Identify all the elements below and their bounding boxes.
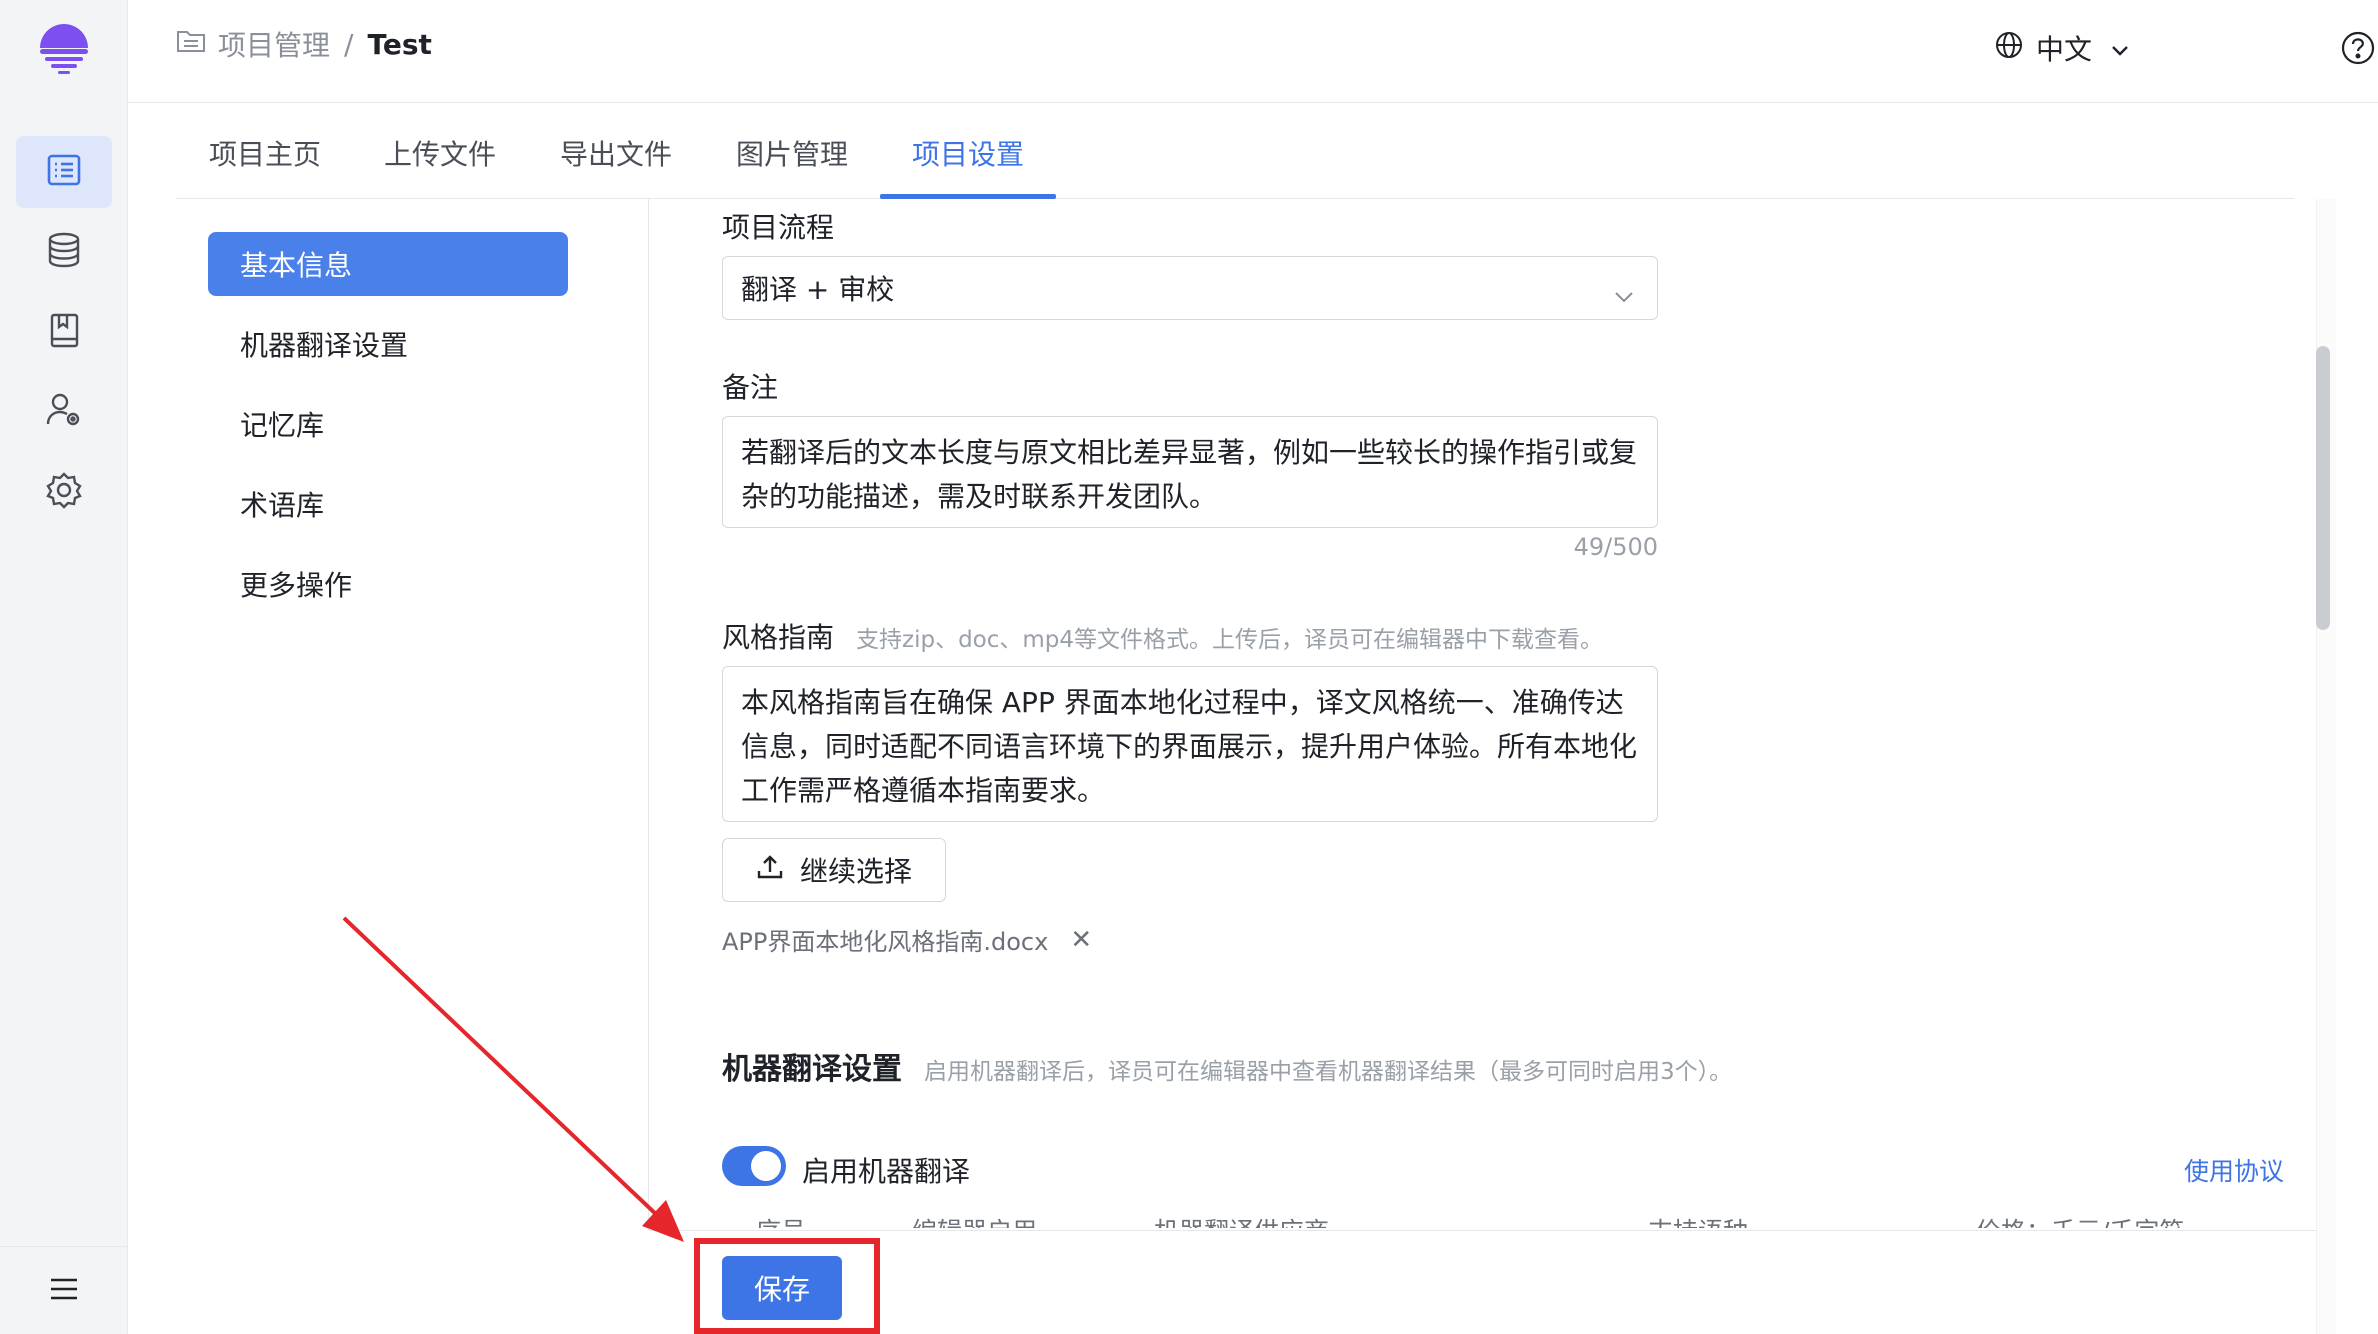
list-icon (44, 150, 84, 194)
tab-image-management[interactable]: 图片管理 (736, 133, 848, 173)
user-gear-icon (44, 390, 84, 434)
style-guide-textarea[interactable]: 本风格指南旨在确保 APP 界面本地化过程中，译文风格统一、准确传达 信息，同时… (722, 666, 1658, 822)
question-circle-icon (2340, 31, 2376, 70)
tab-upload-files[interactable]: 上传文件 (384, 133, 496, 173)
chevron-down-icon (2110, 32, 2130, 65)
hamburger-icon (49, 1276, 79, 1306)
style-guide-label: 风格指南 支持zip、doc、mp4等文件格式。上传后，译员可在编辑器中下载查看。 (722, 616, 1603, 656)
workflow-select[interactable]: 翻译 + 审校 (722, 256, 1658, 320)
mt-title: 机器翻译设置 (722, 1052, 902, 1087)
rail-library-button[interactable] (16, 296, 112, 368)
rail-projects-button[interactable] (16, 136, 112, 208)
mt-hint: 启用机器翻译后，译员可在编辑器中查看机器翻译结果（最多可同时启用3个）。 (924, 1059, 1733, 1085)
column-header-editor-enabled: 编辑器启用 (912, 1212, 1037, 1228)
app-logo-icon[interactable] (34, 18, 94, 78)
style-guide-hint: 支持zip、doc、mp4等文件格式。上传后，译员可在编辑器中下载查看。 (856, 627, 1604, 653)
rail-settings-button[interactable] (16, 456, 112, 528)
workflow-value: 翻译 + 审校 (741, 273, 895, 306)
rail-menu-toggle[interactable] (0, 1246, 128, 1334)
enable-mt-label: 启用机器翻译 (802, 1155, 971, 1188)
language-label: 中文 (2036, 33, 2093, 66)
help-button[interactable] (2340, 30, 2376, 70)
remove-file-icon[interactable]: ✕ (1070, 925, 1092, 955)
rail-database-button[interactable] (16, 216, 112, 288)
rail-user-settings-button[interactable] (16, 376, 112, 448)
left-rail (0, 0, 128, 1334)
notes-textarea[interactable]: 若翻译后的文本长度与原文相比差异显著，例如一些较长的操作指引或复 杂的功能描述，… (722, 416, 1658, 528)
globe-icon (1994, 30, 2024, 67)
database-icon (44, 230, 84, 274)
column-header-mt-provider: 机器翻译供应商 (1154, 1212, 1329, 1228)
subnav-termbase[interactable]: 术语库 (208, 472, 568, 536)
workflow-label: 项目流程 (722, 211, 835, 244)
breadcrumb: 项目管理 / Test (176, 24, 432, 64)
subnav-more-actions[interactable]: 更多操作 (208, 552, 568, 616)
notes-line: 杂的功能描述，需及时联系开发团队。 (741, 480, 1218, 513)
tab-project-settings[interactable]: 项目设置 (912, 133, 1024, 173)
tab-project-home[interactable]: 项目主页 (209, 133, 321, 173)
attached-file-name[interactable]: APP界面本地化风格指南.docx (722, 922, 1048, 957)
tab-export-files[interactable]: 导出文件 (560, 133, 672, 173)
language-selector[interactable]: 中文 (1994, 28, 2130, 68)
project-tabs: 项目主页 上传文件 导出文件 图片管理 项目设置 (176, 103, 2294, 199)
scrollbar-thumb[interactable] (2316, 346, 2330, 630)
notes-char-counter: 49/500 (1573, 533, 1658, 561)
active-tab-indicator (880, 194, 1056, 199)
notes-line: 若翻译后的文本长度与原文相比差异显著，例如一些较长的操作指引或复 (741, 436, 1638, 469)
gear-icon (44, 470, 84, 514)
column-header-languages: 支持语种 (1648, 1212, 1748, 1228)
enable-mt-toggle[interactable] (722, 1146, 786, 1186)
toggle-knob (751, 1151, 781, 1181)
breadcrumb-root[interactable]: 项目管理 (218, 24, 330, 64)
content-divider (648, 199, 649, 1334)
usage-agreement-link[interactable]: 使用协议 (2184, 1152, 2284, 1188)
column-header-index: 序号 (756, 1212, 806, 1228)
column-header-price: 价格：千元/千字符 (1976, 1212, 2184, 1228)
style-guide-line: 信息，同时适配不同语言环境下的界面展示，提升用户体验。所有本地化 (741, 730, 1638, 763)
top-header: 项目管理 / Test 中文 (128, 0, 2378, 103)
subnav-basic-info[interactable]: 基本信息 (208, 232, 568, 296)
breadcrumb-separator: / (344, 27, 354, 61)
attached-file: APP界面本地化风格指南.docx ✕ (722, 922, 1092, 957)
notes-label: 备注 (722, 371, 779, 404)
style-guide-line: 工作需严格遵循本指南要求。 (741, 774, 1106, 807)
chevron-down-icon (1613, 279, 1635, 312)
folder-icon (176, 28, 206, 61)
subnav-mt-settings[interactable]: 机器翻译设置 (208, 312, 568, 376)
book-icon (44, 310, 84, 354)
continue-select-label: 继续选择 (799, 855, 912, 888)
breadcrumb-current: Test (367, 27, 432, 61)
annotation-highlight-box (694, 1238, 880, 1334)
upload-icon (756, 853, 784, 888)
subnav-translation-memory[interactable]: 记忆库 (208, 392, 568, 456)
style-guide-line: 本风格指南旨在确保 APP 界面本地化过程中，译文风格统一、准确传达 (741, 686, 1624, 719)
form-footer (648, 1230, 2316, 1334)
continue-select-button[interactable]: 继续选择 (722, 838, 946, 902)
mt-section-title: 机器翻译设置 启用机器翻译后，译员可在编辑器中查看机器翻译结果（最多可同时启用3个… (722, 1044, 1732, 1088)
style-guide-title: 风格指南 (722, 621, 835, 654)
